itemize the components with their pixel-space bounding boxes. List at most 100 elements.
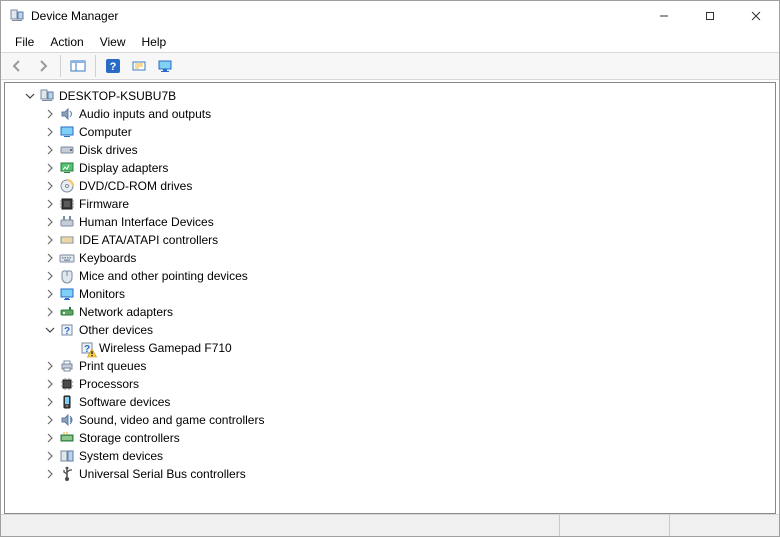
- chevron-down-icon[interactable]: [23, 89, 37, 103]
- category-firmware-label: Firmware: [79, 197, 129, 211]
- category-computer[interactable]: Computer: [9, 123, 775, 141]
- chevron-right-icon[interactable]: [43, 377, 57, 391]
- category-dvd-label: DVD/CD-ROM drives: [79, 179, 192, 193]
- category-hid[interactable]: Human Interface Devices: [9, 213, 775, 231]
- category-ide[interactable]: IDE ATA/ATAPI controllers: [9, 231, 775, 249]
- category-monitors[interactable]: Monitors: [9, 285, 775, 303]
- chevron-right-icon[interactable]: [43, 215, 57, 229]
- category-system-label: System devices: [79, 449, 163, 463]
- chevron-right-icon[interactable]: [43, 143, 57, 157]
- toolbar-back-button[interactable]: [5, 54, 29, 78]
- status-pane-2: [559, 515, 669, 536]
- tree-root[interactable]: DESKTOP-KSUBU7B: [9, 87, 775, 105]
- chevron-right-icon[interactable]: [43, 287, 57, 301]
- minimize-button[interactable]: [641, 1, 687, 31]
- category-dvd[interactable]: DVD/CD-ROM drives: [9, 177, 775, 195]
- menu-file[interactable]: File: [7, 33, 42, 51]
- category-usb[interactable]: Universal Serial Bus controllers: [9, 465, 775, 483]
- category-storage-label: Storage controllers: [79, 431, 180, 445]
- chevron-right-icon[interactable]: [43, 467, 57, 481]
- category-firmware[interactable]: Firmware: [9, 195, 775, 213]
- category-sound-label: Sound, video and game controllers: [79, 413, 264, 427]
- category-printqueues[interactable]: Print queues: [9, 357, 775, 375]
- software-icon: [59, 394, 75, 410]
- device-manager-window: Device Manager File Action View Help DES…: [0, 0, 780, 537]
- menu-view[interactable]: View: [92, 33, 134, 51]
- chevron-right-icon[interactable]: [43, 395, 57, 409]
- chevron-right-icon[interactable]: [43, 179, 57, 193]
- category-processors[interactable]: Processors: [9, 375, 775, 393]
- chevron-right-icon[interactable]: [43, 197, 57, 211]
- category-processors-label: Processors: [79, 377, 139, 391]
- category-keyboards[interactable]: Keyboards: [9, 249, 775, 267]
- category-ide-label: IDE ATA/ATAPI controllers: [79, 233, 218, 247]
- category-sound[interactable]: Sound, video and game controllers: [9, 411, 775, 429]
- chevron-right-icon[interactable]: [43, 359, 57, 373]
- chevron-right-icon[interactable]: [43, 305, 57, 319]
- device-gamepad-label: Wireless Gamepad F710: [99, 341, 232, 355]
- category-usb-label: Universal Serial Bus controllers: [79, 467, 246, 481]
- category-display-label: Display adapters: [79, 161, 168, 175]
- system-icon: [59, 448, 75, 464]
- device-gamepad[interactable]: Wireless Gamepad F710: [9, 339, 775, 357]
- chevron-down-icon[interactable]: [43, 323, 57, 337]
- category-storage[interactable]: Storage controllers: [9, 429, 775, 447]
- firmware-icon: [59, 196, 75, 212]
- usb-icon: [59, 466, 75, 482]
- window-controls: [641, 1, 779, 31]
- category-hid-label: Human Interface Devices: [79, 215, 214, 229]
- menu-help[interactable]: Help: [134, 33, 175, 51]
- category-software-label: Software devices: [79, 395, 170, 409]
- chevron-right-icon[interactable]: [43, 431, 57, 445]
- window-title: Device Manager: [31, 9, 118, 23]
- maximize-button[interactable]: [687, 1, 733, 31]
- toolbar: [1, 52, 779, 80]
- category-display[interactable]: Display adapters: [9, 159, 775, 177]
- category-mice[interactable]: Mice and other pointing devices: [9, 267, 775, 285]
- category-monitors-label: Monitors: [79, 287, 125, 301]
- category-diskdrives[interactable]: Disk drives: [9, 141, 775, 159]
- category-network-label: Network adapters: [79, 305, 173, 319]
- computer-icon: [59, 124, 75, 140]
- category-audio-label: Audio inputs and outputs: [79, 107, 211, 121]
- category-other-label: Other devices: [79, 323, 153, 337]
- statusbar: [1, 514, 779, 536]
- category-network[interactable]: Network adapters: [9, 303, 775, 321]
- close-button[interactable]: [733, 1, 779, 31]
- chevron-right-icon[interactable]: [43, 449, 57, 463]
- device-tree-pane[interactable]: DESKTOP-KSUBU7B Audio inputs and outputs C…: [4, 82, 776, 514]
- hid-icon: [59, 214, 75, 230]
- display-icon: [59, 160, 75, 176]
- titlebar[interactable]: Device Manager: [1, 1, 779, 31]
- chevron-right-icon[interactable]: [43, 269, 57, 283]
- category-keyboards-label: Keyboards: [79, 251, 136, 265]
- other-icon: [59, 322, 75, 338]
- category-computer-label: Computer: [79, 125, 132, 139]
- app-icon: [9, 8, 25, 24]
- chevron-right-icon[interactable]: [43, 125, 57, 139]
- toolbar-help-button[interactable]: [101, 54, 125, 78]
- warning-overlay-icon: [87, 348, 97, 358]
- toolbar-forward-button[interactable]: [31, 54, 55, 78]
- chevron-right-icon[interactable]: [43, 233, 57, 247]
- toolbar-view-button[interactable]: [153, 54, 177, 78]
- printqueues-icon: [59, 358, 75, 374]
- chevron-right-icon[interactable]: [43, 251, 57, 265]
- audio-icon: [59, 106, 75, 122]
- dvd-icon: [59, 178, 75, 194]
- category-system[interactable]: System devices: [9, 447, 775, 465]
- status-pane-3: [669, 515, 779, 536]
- chevron-right-icon[interactable]: [43, 161, 57, 175]
- category-printqueues-label: Print queues: [79, 359, 146, 373]
- mice-icon: [59, 268, 75, 284]
- tree-root-label: DESKTOP-KSUBU7B: [59, 89, 176, 103]
- category-audio[interactable]: Audio inputs and outputs: [9, 105, 775, 123]
- diskdrives-icon: [59, 142, 75, 158]
- category-other[interactable]: Other devices: [9, 321, 775, 339]
- toolbar-scan-button[interactable]: [127, 54, 151, 78]
- category-software[interactable]: Software devices: [9, 393, 775, 411]
- toolbar-show-hide-tree-button[interactable]: [66, 54, 90, 78]
- chevron-right-icon[interactable]: [43, 107, 57, 121]
- menu-action[interactable]: Action: [42, 33, 91, 51]
- chevron-right-icon[interactable]: [43, 413, 57, 427]
